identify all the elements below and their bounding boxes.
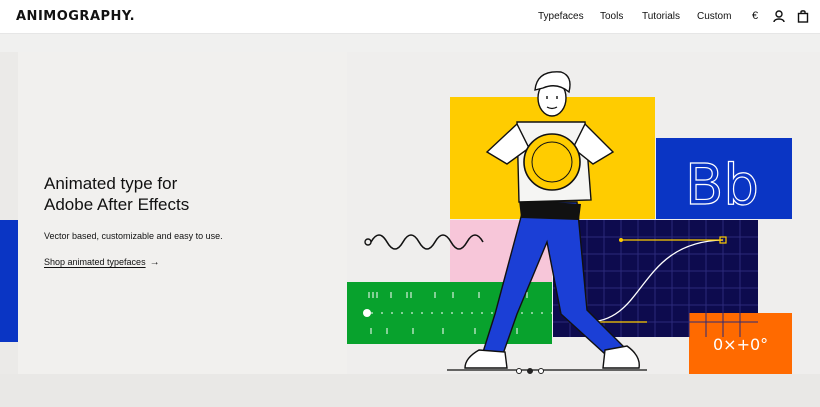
headline-line-1: Animated type for	[44, 174, 178, 193]
carousel-dots	[516, 368, 544, 374]
site-header: ANIMOGRAPHY. Typefaces Tools Tutorials C…	[0, 0, 820, 34]
hero-subtitle: Vector based, customizable and easy to u…	[44, 231, 223, 241]
shop-link[interactable]: Shop animated typefaces →	[44, 257, 160, 268]
logo[interactable]: ANIMOGRAPHY.	[16, 9, 135, 24]
nav-tools[interactable]: Tools	[600, 11, 623, 22]
green-dot	[363, 309, 371, 317]
character-shoe-left	[464, 349, 508, 369]
hero-headline: Animated type for Adobe After Effects	[44, 173, 304, 215]
footer-band	[0, 374, 820, 407]
wave-start	[364, 238, 372, 246]
carousel-dot-1[interactable]	[516, 368, 522, 374]
character-shoe-right	[602, 345, 640, 369]
cart-icon[interactable]	[796, 9, 810, 23]
user-icon[interactable]	[772, 9, 786, 23]
carousel-dot-3[interactable]	[538, 368, 544, 374]
illustration-svg: Bb 0×+0°	[347, 71, 792, 374]
prev-slide-accent	[0, 220, 18, 342]
arrow-right-icon: →	[149, 257, 160, 268]
nav-custom[interactable]: Custom	[697, 11, 731, 22]
headline-line-2: Adobe After Effects	[44, 195, 190, 214]
carousel-dot-2[interactable]	[527, 368, 533, 374]
hero-illustration: Bb 0×+0°	[347, 52, 820, 374]
shop-link-label: Shop animated typefaces	[44, 257, 146, 267]
tile-bb-text: Bb	[685, 153, 759, 218]
nav-tutorials[interactable]: Tutorials	[642, 11, 680, 22]
currency-icon[interactable]: €	[752, 10, 766, 24]
yellow-ring-inner	[531, 141, 573, 183]
nav-typefaces[interactable]: Typefaces	[538, 11, 584, 22]
handle-top-dot	[619, 238, 623, 242]
tile-expr-text: 0×+0°	[713, 335, 768, 354]
